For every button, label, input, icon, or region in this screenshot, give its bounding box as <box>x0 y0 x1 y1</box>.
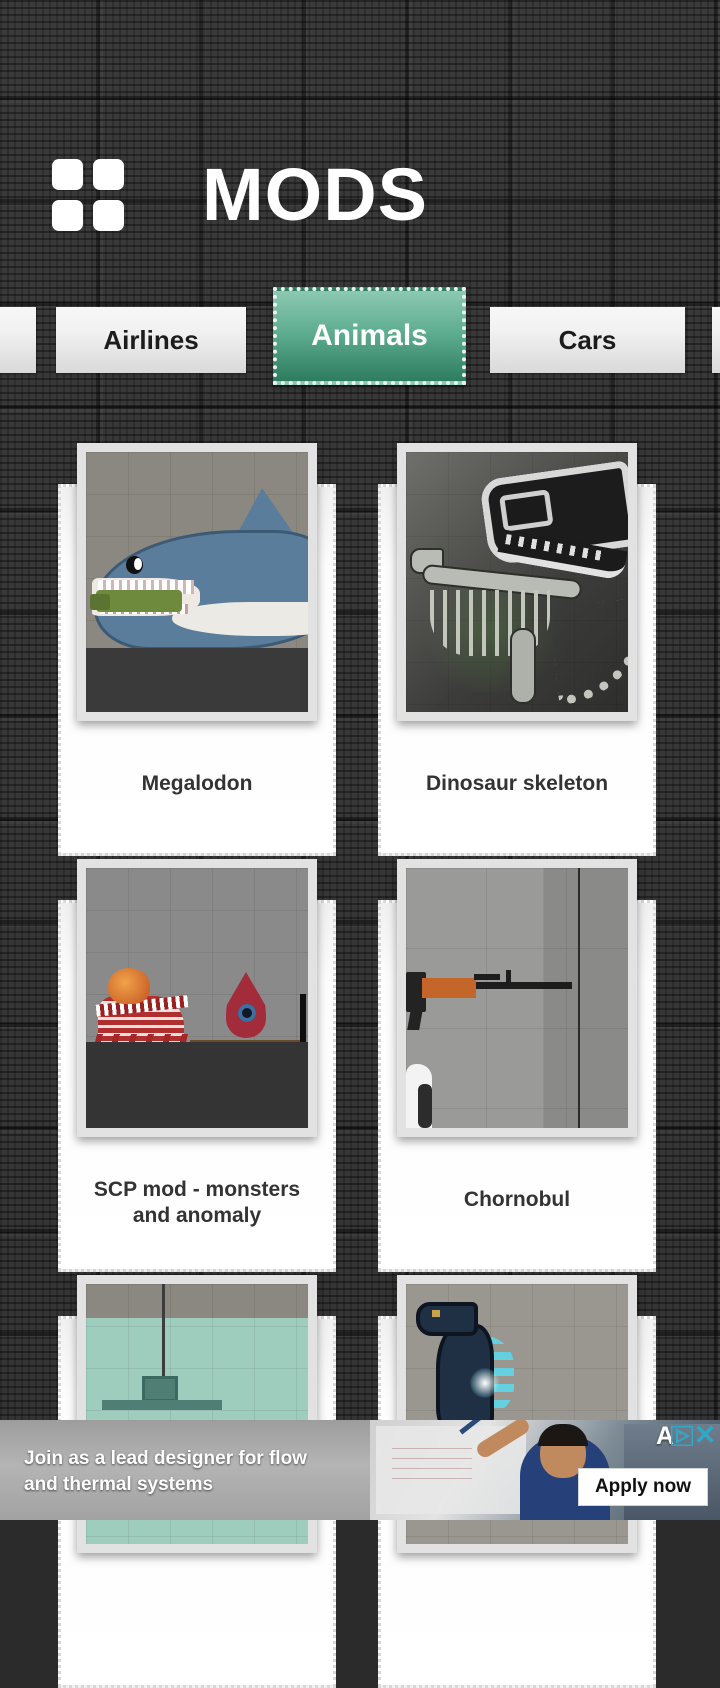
ad-cta-button[interactable]: Apply now <box>577 1468 708 1506</box>
ad-headline: Join as a lead designer for flow and the… <box>24 1448 307 1495</box>
chornobul-artwork <box>406 868 628 1128</box>
app-header: MODS <box>0 140 720 250</box>
mod-card-dinosaur-skeleton[interactable]: Dinosaur skeleton <box>378 443 656 856</box>
adchoices-triangle-icon[interactable] <box>670 1424 694 1448</box>
logo-square-2 <box>93 159 124 190</box>
ad-banner[interactable]: Join as a lead designer for flow and the… <box>0 1420 720 1520</box>
logo-square-1 <box>52 159 83 190</box>
mod-card-megalodon[interactable]: Megalodon <box>58 443 336 856</box>
category-tab-bar: Airlines Animals Cars <box>0 287 720 392</box>
tab-animals[interactable]: Animals <box>273 287 466 385</box>
tab-partial-previous[interactable] <box>0 307 36 373</box>
tab-airlines[interactable]: Airlines <box>56 307 246 373</box>
mod-thumbnail <box>397 443 637 721</box>
mods-browser-screen: MODS Airlines Animals Cars Megalodon Din… <box>0 0 720 1688</box>
mod-thumbnail <box>397 859 637 1137</box>
dinosaur-skeleton-artwork <box>406 452 628 712</box>
mod-title: SCP mod - monsters and anomaly <box>93 1178 301 1228</box>
scp-mod-artwork <box>86 868 308 1128</box>
close-x-icon[interactable]: ✕ <box>692 1421 718 1448</box>
grid-2x2-icon <box>52 159 124 231</box>
mod-title: Dinosaur skeleton <box>425 772 609 795</box>
mod-thumbnail <box>77 443 317 721</box>
megalodon-artwork <box>86 452 308 712</box>
logo-square-4 <box>93 200 124 231</box>
mods-grid: Megalodon Dinosaur skeleton SCP mod - mo… <box>0 440 720 1688</box>
mod-card-chornobul[interactable]: Chornobul <box>378 859 656 1272</box>
mod-title: Chornobul <box>463 1188 571 1211</box>
tab-partial-next[interactable] <box>712 307 720 373</box>
mod-thumbnail <box>77 859 317 1137</box>
mod-title: Megalodon <box>141 772 253 795</box>
logo-square-3 <box>52 200 83 231</box>
mod-card-scp-mod[interactable]: SCP mod - monsters and anomaly <box>58 859 336 1272</box>
tab-cars[interactable]: Cars <box>490 307 685 373</box>
page-title: MODS <box>202 153 428 236</box>
